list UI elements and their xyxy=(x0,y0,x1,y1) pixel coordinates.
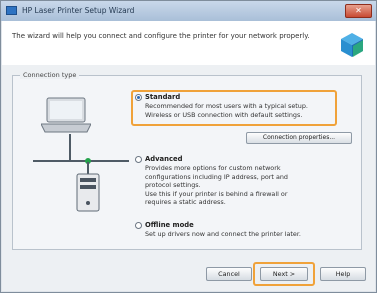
standard-radio[interactable] xyxy=(135,94,142,101)
standard-desc-line: Wireless or USB connection with default … xyxy=(145,110,303,119)
connection-type-group: Connection type Standard Recommended for… xyxy=(12,71,362,250)
advanced-option-title[interactable]: Advanced xyxy=(145,155,183,163)
group-label: Connection type xyxy=(20,71,80,79)
setup-wizard-window: HP Laser Printer Setup Wizard ✕ The wiza… xyxy=(0,0,377,293)
offline-option-title[interactable]: Offline mode xyxy=(145,221,194,229)
advanced-desc-line: requires a static address. xyxy=(145,198,226,206)
offline-option-desc: Set up drivers now and connect the print… xyxy=(145,230,350,239)
wizard-body: Connection type Standard Recommended for… xyxy=(2,65,375,291)
network-cable-laptop xyxy=(69,134,71,160)
advanced-desc-line: protocol settings. xyxy=(145,181,201,189)
connection-properties-button[interactable]: Connection properties... xyxy=(246,132,352,144)
printer-app-icon xyxy=(6,6,17,15)
header-description: The wizard will help you connect and con… xyxy=(12,32,310,40)
network-line xyxy=(33,160,129,162)
standard-option-desc: Recommended for most users with a typica… xyxy=(145,102,335,119)
help-button[interactable]: Help xyxy=(320,267,366,281)
offline-desc-line: Set up drivers now and connect the print… xyxy=(145,230,301,238)
title-bar: HP Laser Printer Setup Wizard ✕ xyxy=(1,1,376,21)
laptop-icon xyxy=(41,97,91,133)
cancel-button[interactable]: Cancel xyxy=(206,267,252,281)
wizard-header: The wizard will help you connect and con… xyxy=(2,21,375,66)
advanced-desc-line: configurations including IP address, por… xyxy=(145,172,288,181)
advanced-desc-line: Use this if your printer is behind a fir… xyxy=(145,189,288,198)
standard-desc-line: Recommended for most users with a typica… xyxy=(145,102,308,110)
offline-radio[interactable] xyxy=(135,222,142,229)
window-title: HP Laser Printer Setup Wizard xyxy=(22,6,135,15)
next-button[interactable]: Next > xyxy=(260,267,308,281)
server-icon xyxy=(76,173,100,212)
close-button[interactable]: ✕ xyxy=(345,4,372,18)
cube-icon xyxy=(341,33,363,57)
advanced-option-desc: Provides more options for custom network… xyxy=(145,164,350,207)
standard-option-title[interactable]: Standard xyxy=(145,93,180,101)
advanced-radio[interactable] xyxy=(135,156,142,163)
advanced-desc-line: Provides more options for custom network xyxy=(145,164,281,172)
